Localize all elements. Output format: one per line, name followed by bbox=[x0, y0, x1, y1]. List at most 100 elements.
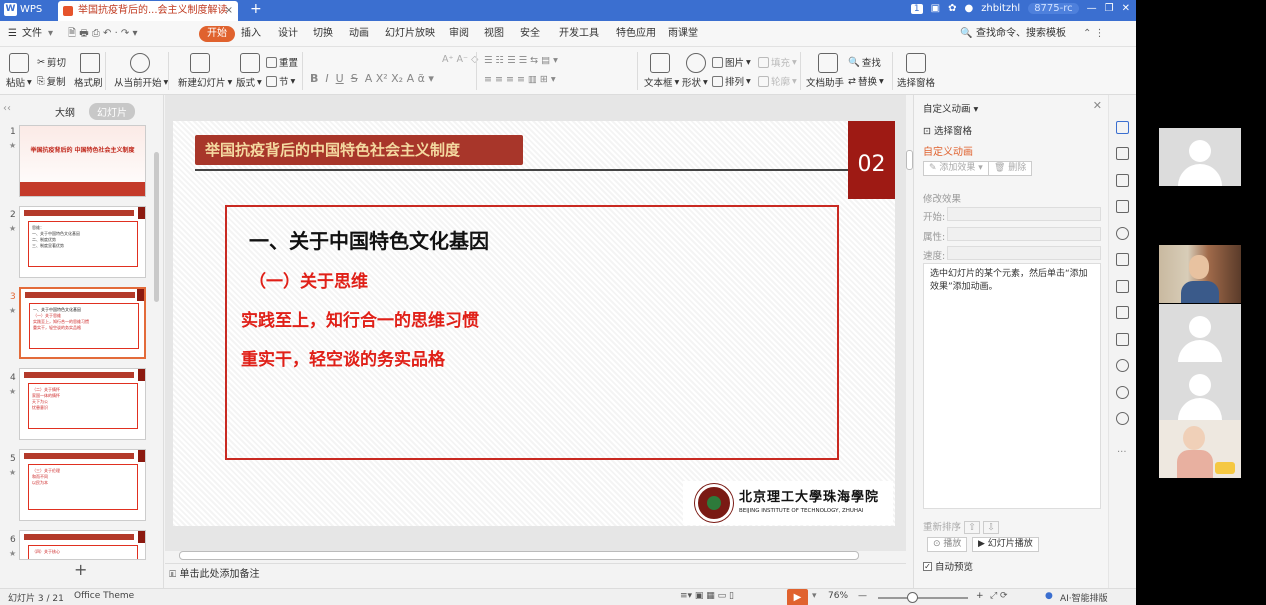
find-button[interactable]: 🔍 查找 bbox=[848, 55, 881, 70]
menu-security[interactable]: 安全 bbox=[520, 21, 540, 47]
ai-layout-button[interactable]: AI·智能排版 bbox=[1060, 591, 1108, 604]
help-icon[interactable] bbox=[1116, 412, 1129, 425]
doc-helper-icon[interactable] bbox=[818, 53, 838, 73]
paste-button[interactable]: 粘贴 ▾ bbox=[6, 75, 32, 90]
pane-header[interactable]: 自定义动画 ▾ bbox=[923, 101, 978, 115]
play-dropdown-icon[interactable]: ▾ bbox=[812, 591, 817, 601]
textbox-button[interactable]: 文本框 ▾ bbox=[644, 75, 679, 90]
share-icon[interactable] bbox=[1116, 280, 1129, 293]
close-icon[interactable]: ✕ bbox=[1122, 3, 1130, 14]
menu-file[interactable]: 文件 bbox=[22, 21, 42, 47]
arrange-button[interactable]: 排列 ▾ bbox=[712, 74, 751, 88]
close-tab-icon[interactable]: × bbox=[225, 1, 233, 21]
slide-thumbnail-2[interactable]: 思维： 一、关于中国特色文化基因 二、制度优势 三、制度显著优势 bbox=[19, 206, 146, 278]
reset-button[interactable]: 重置 bbox=[266, 55, 298, 69]
menu-insert[interactable]: 插入 bbox=[241, 21, 261, 47]
tab-outline[interactable]: 大纲 bbox=[47, 103, 83, 120]
add-slide-button[interactable]: + bbox=[74, 560, 87, 579]
canvas-horizontal-scrollbar[interactable] bbox=[179, 551, 859, 560]
menu-rain-classroom[interactable]: 雨课堂 bbox=[668, 21, 698, 47]
shape-button[interactable]: 形状 ▾ bbox=[682, 75, 708, 90]
document-tab[interactable]: 举国抗疫背后的...会主义制度解读 × bbox=[58, 1, 238, 21]
shape-icon[interactable] bbox=[686, 53, 706, 73]
autopreview-checkbox[interactable]: ✓ 自动预览 bbox=[923, 559, 973, 573]
select-pane-button[interactable]: 选择窗格 bbox=[897, 75, 935, 89]
slideshow-button[interactable]: ▶ 幻灯片播放 bbox=[972, 537, 1039, 552]
format-painter-icon[interactable] bbox=[80, 53, 100, 73]
slide-number-tag[interactable]: 02 bbox=[848, 121, 895, 199]
outline-button[interactable]: 轮廓 ▾ bbox=[758, 74, 797, 88]
picture-icon[interactable] bbox=[1116, 306, 1129, 319]
menu-developer[interactable]: 开发工具 bbox=[559, 21, 599, 47]
theme-name[interactable]: Office Theme bbox=[74, 591, 134, 601]
school-logo[interactable]: 北京理工大學珠海學院 BEIJING INSTITUTE OF TECHNOLO… bbox=[683, 481, 893, 525]
backup-icon[interactable] bbox=[1116, 359, 1129, 372]
slide-thumbnail-4[interactable]: （二）关于情怀 家国一体的情怀 天下为公 忧患意识 bbox=[19, 368, 146, 440]
play-from-current-icon[interactable] bbox=[130, 53, 150, 73]
dropdown-icon[interactable]: ▾ bbox=[48, 21, 53, 47]
play-slideshow-button[interactable]: ▶ bbox=[787, 589, 808, 605]
audio-icon[interactable] bbox=[1116, 333, 1129, 346]
slide-title[interactable]: 举国抗疫背后的中国特色社会主义制度 bbox=[195, 135, 523, 165]
animation-list[interactable]: 选中幻灯片的某个元素，然后单击“添加效果”添加动画。 bbox=[923, 263, 1101, 509]
zoom-out-button[interactable]: — bbox=[858, 591, 867, 601]
slide-thumbnail-1[interactable]: 举国抗疫背后的 中国特色社会主义制度 bbox=[19, 125, 146, 197]
property-dropdown[interactable] bbox=[947, 227, 1101, 241]
menu-view[interactable]: 视图 bbox=[484, 21, 504, 47]
slide-line-1[interactable]: 实践至上，知行合一的思维习惯 bbox=[241, 306, 479, 331]
participant-video[interactable] bbox=[1159, 245, 1241, 303]
command-search[interactable]: 🔍 查找命令、搜索模板 bbox=[960, 21, 1066, 47]
slide-subheading[interactable]: （一）关于思维 bbox=[249, 267, 368, 292]
history-icon[interactable] bbox=[1116, 386, 1129, 399]
canvas-vertical-scrollbar[interactable] bbox=[906, 150, 913, 170]
menu-design[interactable]: 设计 bbox=[278, 21, 298, 47]
paragraph-align-buttons[interactable]: ≡ ≡ ≡ ≡ ▥ ⊞ ▾ bbox=[484, 74, 556, 85]
zoom-in-button[interactable]: + bbox=[976, 591, 984, 601]
copy-button[interactable]: ⎘ 复制 bbox=[37, 74, 66, 89]
font-grow-shrink[interactable]: A⁺ A⁻ ◇ bbox=[442, 54, 478, 65]
slides-scrollbar[interactable] bbox=[154, 152, 159, 302]
template-icon[interactable] bbox=[1116, 200, 1129, 213]
window-icon[interactable]: ▣ bbox=[931, 3, 940, 14]
menu-features[interactable]: 特色应用 bbox=[616, 21, 656, 47]
move-up-icon[interactable]: ⇧ bbox=[964, 521, 981, 534]
replace-button[interactable]: ⇄ 替换 ▾ bbox=[848, 74, 884, 89]
zoom-slider-handle[interactable] bbox=[907, 592, 918, 603]
animation-icon[interactable] bbox=[1116, 121, 1129, 134]
doc-helper-button[interactable]: 文档助手 bbox=[806, 75, 844, 89]
new-slide-icon[interactable] bbox=[190, 53, 210, 73]
slide-heading[interactable]: 一、关于中国特色文化基因 bbox=[249, 225, 489, 254]
slide-line-2[interactable]: 重实干，轻空谈的务实品格 bbox=[241, 345, 445, 370]
cut-button[interactable]: ✂ 剪切 bbox=[37, 55, 66, 70]
select-pane-link[interactable]: ⊡ 选择窗格 bbox=[923, 123, 972, 137]
from-current-button[interactable]: 从当前开始 ▾ bbox=[114, 75, 168, 90]
more-icon[interactable]: ··· bbox=[1117, 447, 1127, 458]
play-button[interactable]: ⊙ 播放 bbox=[927, 537, 968, 552]
menu-home[interactable]: 开始 bbox=[199, 26, 235, 42]
menu-slideshow[interactable]: 幻灯片放映 bbox=[385, 21, 435, 47]
participant-tile[interactable] bbox=[1159, 362, 1241, 420]
section-button[interactable]: 节 ▾ bbox=[266, 74, 295, 88]
star-icon[interactable] bbox=[1116, 227, 1129, 240]
menu-animation[interactable]: 动画 bbox=[349, 21, 369, 47]
slide-thumbnail-3[interactable]: 一、关于中国特色文化基因 （一）关于思维 实践至上，知行合一的思维习惯 重实干，轻空谈… bbox=[19, 287, 146, 359]
quick-access-icons[interactable]: 🗎 🖶 ⎙ ↶ · ↷ ▾ bbox=[68, 21, 138, 47]
ribbon-toolbar-icons[interactable]: ⌃ ⋮ bbox=[1083, 21, 1105, 47]
move-down-icon[interactable]: ⇩ bbox=[983, 521, 1000, 534]
participant-video[interactable] bbox=[1159, 420, 1241, 478]
collapse-pane-icon[interactable]: ‹‹ bbox=[3, 103, 11, 114]
slide-thumbnail-6[interactable]: （四）关于核心 bbox=[19, 530, 146, 560]
wps-logo[interactable]: W WPS bbox=[4, 3, 42, 16]
close-pane-icon[interactable]: ✕ bbox=[1093, 99, 1102, 112]
picture-button[interactable]: 图片 ▾ bbox=[712, 55, 751, 69]
layout-icon[interactable] bbox=[240, 53, 260, 73]
slide-thumbnail-5[interactable]: （三）关于伦理 和而不同 以民为本 bbox=[19, 449, 146, 521]
select-pane-icon[interactable] bbox=[906, 53, 926, 73]
delete-button[interactable]: 🗑 删除 bbox=[988, 161, 1033, 176]
zoom-slider[interactable] bbox=[878, 597, 968, 599]
slides-icon[interactable] bbox=[1116, 253, 1129, 266]
format-painter-button[interactable]: 格式刷 bbox=[74, 75, 103, 89]
current-slide[interactable]: 举国抗疫背后的中国特色社会主义制度 02 一、关于中国特色文化基因 （一）关于思… bbox=[173, 121, 895, 526]
avatar[interactable]: ● bbox=[964, 3, 973, 14]
new-slide-button[interactable]: 新建幻灯片 ▾ bbox=[178, 75, 232, 90]
